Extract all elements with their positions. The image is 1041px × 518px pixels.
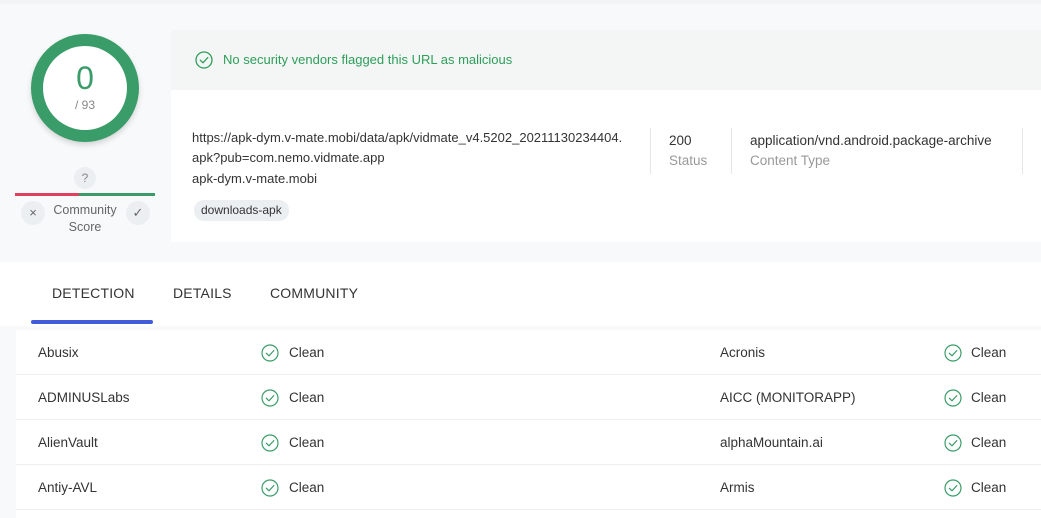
vendor-name: Acronis [720, 345, 766, 360]
detection-score-ring: 0 / 93 [31, 34, 139, 142]
top-divider [0, 0, 1041, 4]
vendor-result: Clean [971, 480, 1007, 495]
vendor-result: Clean [289, 345, 325, 360]
vendor-name: Antiy-AVL [38, 480, 98, 495]
check-circle-icon [944, 479, 962, 497]
url-domain[interactable]: apk-dym.v-mate.mobi [192, 171, 317, 186]
vendor-result: Clean [289, 390, 325, 405]
table-row: ADMINUSLabs Clean AICC (MONITORAPP) Clea… [16, 375, 1041, 420]
vendor-name: AICC (MONITORAPP) [720, 390, 856, 405]
url-summary-card: No security vendors flagged this URL as … [171, 30, 1041, 242]
verdict-banner: No security vendors flagged this URL as … [171, 30, 1041, 90]
http-status-label: Status [669, 153, 708, 168]
community-score-label-line2: Score [68, 220, 102, 234]
detection-count: 0 [76, 60, 94, 96]
vote-harmless-button[interactable]: ✓ [126, 201, 150, 225]
vendor-result: Clean [971, 345, 1007, 360]
table-row: Antiy-AVL Clean Armis Clean [16, 465, 1041, 510]
stat-divider [650, 128, 651, 174]
vendor-result: Clean [971, 390, 1007, 405]
community-score-label-line1: Community [53, 203, 117, 217]
check-circle-icon [261, 344, 279, 362]
check-circle-icon [261, 434, 279, 452]
verdict-text: No security vendors flagged this URL as … [223, 52, 513, 67]
check-circle-icon [944, 389, 962, 407]
url-tag[interactable]: downloads-apk [194, 200, 289, 221]
vendor-name: Armis [720, 480, 755, 495]
vendor-name: ADMINUSLabs [38, 390, 130, 405]
stat-divider [731, 128, 732, 174]
tab-detection[interactable]: DETECTION [52, 285, 135, 301]
http-status-value: 200 [669, 133, 692, 148]
detection-table: Abusix Clean Acronis Clean ADMINUSLabs C… [16, 330, 1041, 518]
score-ring-inner: 0 / 93 [43, 46, 127, 130]
report-tabs: DETECTION DETAILS COMMUNITY [0, 262, 1041, 326]
tab-community[interactable]: COMMUNITY [270, 285, 358, 301]
check-circle-icon [944, 434, 962, 452]
community-vote-bar [15, 193, 155, 196]
active-tab-indicator [31, 320, 153, 324]
content-type-value: application/vnd.android.package-archive [750, 133, 992, 148]
vendor-name: alphaMountain.ai [720, 435, 823, 450]
vendor-name: AlienVault [38, 435, 98, 450]
vendor-result: Clean [289, 435, 325, 450]
tab-details[interactable]: DETAILS [173, 285, 232, 301]
check-circle-icon [261, 479, 279, 497]
community-score-question-badge: ? [74, 167, 96, 189]
check-circle-icon [944, 344, 962, 362]
scanned-url[interactable]: https://apk-dym.v-mate.mobi/data/apk/vid… [192, 128, 627, 168]
vendor-result: Clean [289, 480, 325, 495]
vote-harmful-button[interactable]: × [21, 201, 45, 225]
stat-divider [1022, 128, 1023, 174]
content-type-label: Content Type [750, 153, 831, 168]
check-circle-icon [261, 389, 279, 407]
vendor-total: / 93 [74, 98, 95, 112]
vendor-result: Clean [971, 435, 1007, 450]
table-row: Abusix Clean Acronis Clean [16, 330, 1041, 375]
vendor-name: Abusix [38, 345, 79, 360]
community-score-label: Community Score [47, 202, 123, 236]
check-circle-icon [195, 51, 213, 69]
table-row: AlienVault Clean alphaMountain.ai Clean [16, 420, 1041, 465]
community-vote-negative-segment [15, 193, 79, 196]
